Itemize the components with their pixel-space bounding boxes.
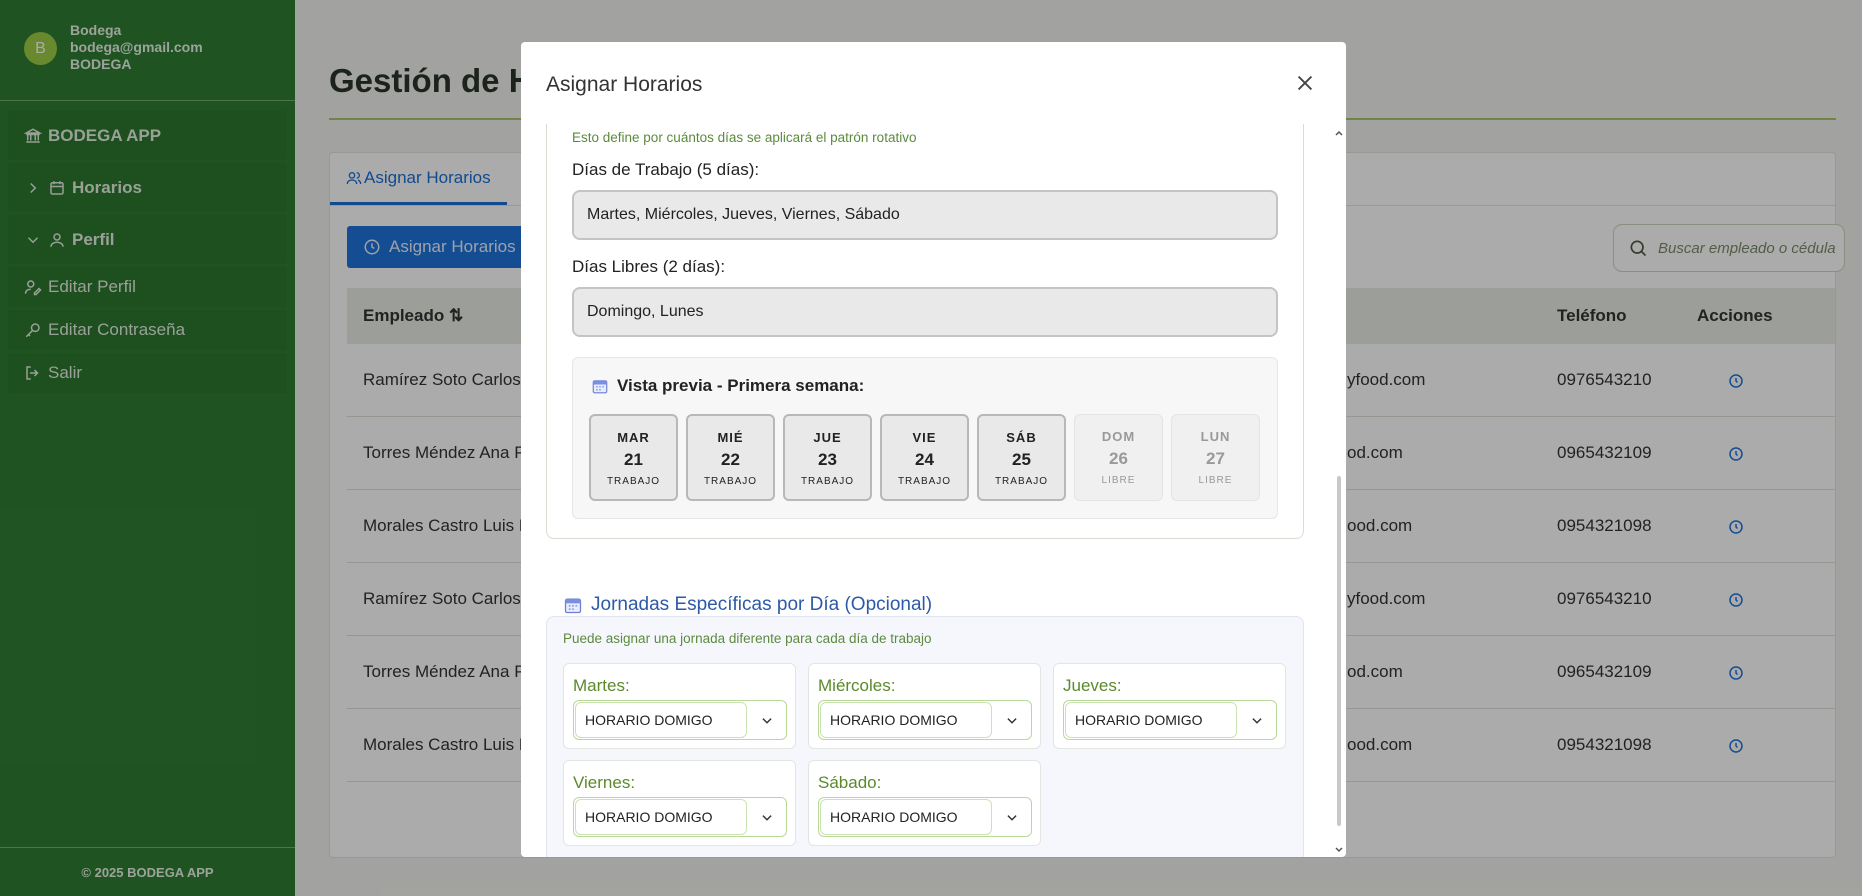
day-name: MAR bbox=[617, 430, 650, 445]
day-type: LIBRE bbox=[1101, 475, 1136, 486]
day-type: TRABAJO bbox=[703, 476, 758, 487]
preview-day: MIÉ 22 TRABAJO bbox=[686, 414, 775, 501]
day-name: MIÉ bbox=[717, 430, 744, 445]
schedule-select[interactable]: HORARIO DOMIGO bbox=[818, 797, 1032, 837]
day-number: 21 bbox=[624, 450, 643, 469]
select-value: HORARIO DOMIGO bbox=[575, 702, 747, 738]
day-name: DOM bbox=[1101, 429, 1136, 444]
schedule-select[interactable]: HORARIO DOMIGO bbox=[573, 700, 787, 740]
modal-header: Asignar Horarios bbox=[521, 42, 1346, 124]
chevron-down-icon bbox=[1007, 815, 1017, 821]
day-name: JUE bbox=[813, 430, 842, 445]
free-days-field[interactable]: Domingo, Lunes bbox=[572, 287, 1278, 337]
modal-scrollbar[interactable] bbox=[1332, 124, 1346, 857]
week-preview: Vista previa - Primera semana: MAR 21 TRAB… bbox=[572, 357, 1278, 519]
day-number: 27 bbox=[1206, 449, 1225, 468]
assign-schedules-modal: Asignar Horarios Esto define por cuántos… bbox=[521, 42, 1346, 857]
chevron-down-icon bbox=[1007, 718, 1017, 724]
schedule-select[interactable]: HORARIO DOMIGO bbox=[818, 700, 1032, 740]
day-type: TRABAJO bbox=[994, 476, 1049, 487]
schedule-select[interactable]: HORARIO DOMIGO bbox=[573, 797, 787, 837]
day-schedule-sabado: Sábado: HORARIO DOMIGO bbox=[808, 760, 1041, 846]
day-type: LIBRE bbox=[1198, 475, 1233, 486]
specific-hint: Puede asignar una jornada diferente para… bbox=[563, 631, 932, 646]
close-icon[interactable] bbox=[1294, 72, 1316, 94]
chevron-down-icon bbox=[1252, 718, 1262, 724]
day-type: TRABAJO bbox=[897, 476, 952, 487]
scroll-down-icon[interactable] bbox=[1334, 845, 1344, 855]
day-label: Martes: bbox=[573, 676, 630, 695]
select-value: HORARIO DOMIGO bbox=[1065, 702, 1237, 738]
scroll-thumb[interactable] bbox=[1337, 476, 1341, 826]
free-days-label: Días Libres (2 días): bbox=[572, 257, 726, 276]
day-name: VIE bbox=[912, 430, 937, 445]
day-label: Jueves: bbox=[1063, 676, 1122, 695]
calendar-icon bbox=[564, 598, 582, 614]
select-value: HORARIO DOMIGO bbox=[820, 702, 992, 738]
specific-title-text: Jornadas Específicas por Día (Opcional) bbox=[591, 594, 933, 615]
day-schedule-martes: Martes: HORARIO DOMIGO bbox=[563, 663, 796, 749]
specific-schedules-content: Jornadas Específicas por Día (Opcional) … bbox=[546, 574, 1304, 857]
day-schedule-jueves: Jueves: HORARIO DOMIGO bbox=[1053, 663, 1286, 749]
select-value: HORARIO DOMIGO bbox=[820, 799, 992, 835]
day-label: Sábado: bbox=[818, 773, 882, 792]
day-name: SÁB bbox=[1006, 430, 1037, 445]
preview-day: SÁB 25 TRABAJO bbox=[977, 414, 1066, 501]
schedule-select[interactable]: HORARIO DOMIGO bbox=[1063, 700, 1277, 740]
preview-day: MAR 21 TRABAJO bbox=[589, 414, 678, 501]
preview-day: JUE 23 TRABAJO bbox=[783, 414, 872, 501]
day-schedule-miercoles: Miércoles: HORARIO DOMIGO bbox=[808, 663, 1041, 749]
chevron-down-icon bbox=[762, 718, 772, 724]
day-schedule-viernes: Viernes: HORARIO DOMIGO bbox=[563, 760, 796, 846]
specific-title: Jornadas Específicas por Día (Opcional) bbox=[563, 594, 932, 616]
preview-day: LUN 27 LIBRE bbox=[1171, 414, 1260, 501]
scroll-up-icon[interactable] bbox=[1334, 128, 1344, 138]
preview-day: VIE 24 TRABAJO bbox=[880, 414, 969, 501]
day-number: 26 bbox=[1109, 449, 1128, 468]
modal-title: Asignar Horarios bbox=[546, 73, 703, 96]
work-days-label: Días de Trabajo (5 días): bbox=[572, 160, 760, 179]
rotation-hint: Esto define por cuántos días se aplicará… bbox=[572, 130, 917, 145]
calendar-icon bbox=[592, 380, 608, 394]
chevron-down-icon bbox=[762, 815, 772, 821]
day-type: TRABAJO bbox=[606, 476, 661, 487]
select-value: HORARIO DOMIGO bbox=[575, 799, 747, 835]
day-type: TRABAJO bbox=[800, 476, 855, 487]
day-label: Miércoles: bbox=[818, 676, 896, 695]
preview-day: DOM 26 LIBRE bbox=[1074, 414, 1163, 501]
day-label: Viernes: bbox=[573, 773, 636, 792]
preview-title: Vista previa - Primera semana: bbox=[591, 376, 864, 396]
rotation-section: Esto define por cuántos días se aplicará… bbox=[546, 124, 1304, 539]
work-days-field[interactable]: Martes, Miércoles, Jueves, Viernes, Sába… bbox=[572, 190, 1278, 240]
day-number: 22 bbox=[721, 450, 740, 469]
day-name: LUN bbox=[1200, 429, 1231, 444]
day-number: 23 bbox=[818, 450, 837, 469]
day-number: 25 bbox=[1012, 450, 1031, 469]
preview-title-text: Vista previa - Primera semana: bbox=[617, 376, 865, 395]
day-number: 24 bbox=[915, 450, 934, 469]
